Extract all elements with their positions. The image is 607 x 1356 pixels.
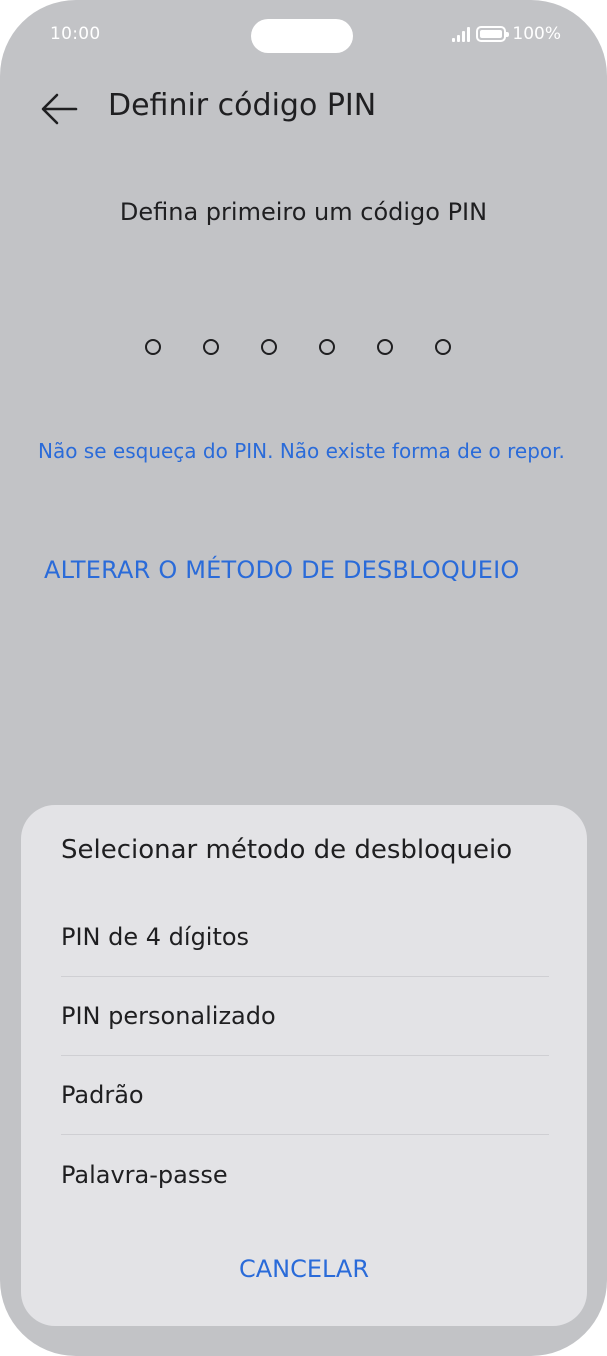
back-button[interactable] — [36, 86, 82, 132]
status-time: 10:00 — [50, 24, 101, 44]
camera-cutout — [251, 19, 353, 53]
option-pin-4-digits[interactable]: PIN de 4 dígitos — [61, 898, 549, 977]
pin-dot — [145, 339, 161, 355]
battery-icon — [476, 26, 510, 42]
page-title: Definir código PIN — [108, 88, 377, 123]
cancel-button[interactable]: CANCELAR — [21, 1255, 587, 1283]
app-bar: Definir código PIN — [0, 72, 607, 144]
status-icons: 100% — [452, 24, 561, 44]
status-bar: 10:00 100% — [0, 0, 607, 70]
pin-dot — [435, 339, 451, 355]
pin-dot — [319, 339, 335, 355]
change-unlock-method-link[interactable]: ALTERAR O MÉTODO DE DESBLOQUEIO — [44, 556, 520, 584]
pin-dots[interactable] — [145, 339, 451, 355]
battery-percentage: 100% — [512, 24, 561, 44]
back-arrow-icon — [41, 93, 78, 125]
phone-screen: 10:00 100% Definir código PIN Defina pri… — [0, 0, 607, 1356]
option-pattern[interactable]: Padrão — [61, 1056, 549, 1135]
pin-warning: Não se esqueça do PIN. Não existe forma … — [38, 439, 565, 463]
option-custom-pin[interactable]: PIN personalizado — [61, 977, 549, 1056]
pin-dot — [377, 339, 393, 355]
pin-prompt: Defina primeiro um código PIN — [119, 198, 488, 226]
signal-icon — [452, 26, 471, 42]
pin-dot — [261, 339, 277, 355]
pin-dot — [203, 339, 219, 355]
sheet-options: PIN de 4 dígitos PIN personalizado Padrã… — [61, 898, 549, 1214]
sheet-title: Selecionar método de desbloqueio — [61, 835, 513, 865]
option-password[interactable]: Palavra-passe — [61, 1135, 549, 1214]
unlock-method-sheet: Selecionar método de desbloqueio PIN de … — [21, 805, 587, 1326]
